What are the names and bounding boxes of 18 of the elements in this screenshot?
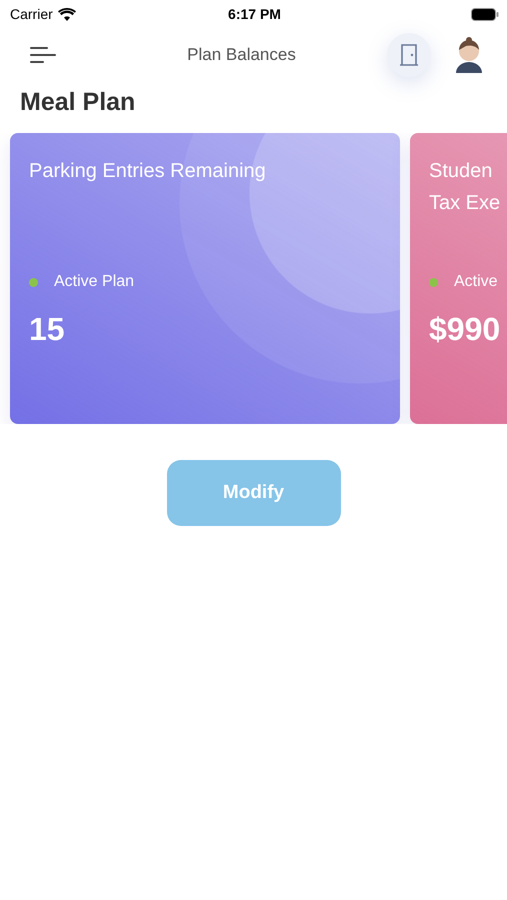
section-title: Meal Plan [20,88,136,117]
wifi-icon [58,8,76,20]
card-title: Studen Tax Exe [429,159,502,216]
plan-status: Active Plan [54,273,134,291]
carrier-name: Carrier [10,6,53,22]
balance-value: 15 [29,311,66,348]
plan-card[interactable]: Studen Tax Exe Active $990 [410,133,507,424]
door-icon [399,44,419,66]
plan-status: Active [454,273,498,291]
clock-time: 6:17 PM [228,6,281,22]
balance-value: $990 [429,311,502,348]
card-title: Parking Entries Remaining [29,159,267,184]
page-title: Plan Balances [186,45,297,65]
menu-icon[interactable] [30,46,56,64]
modify-button[interactable]: Modify [166,460,340,526]
battery-icon [471,8,499,20]
plan-card[interactable]: Parking Entries Remaining Active Plan 15 [10,133,400,424]
avatar-icon[interactable] [453,37,485,73]
